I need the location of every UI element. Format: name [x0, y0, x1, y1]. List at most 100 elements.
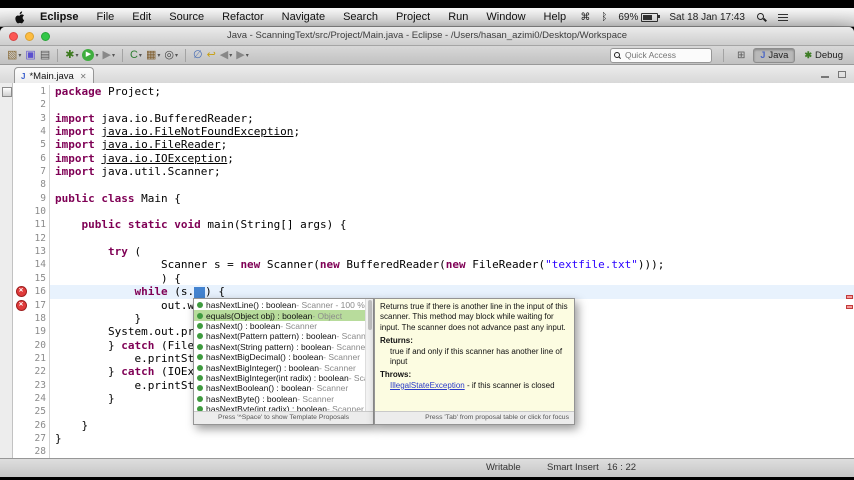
- overview-error-mark[interactable]: [846, 305, 853, 309]
- code-text[interactable]: while (s. ) {: [50, 285, 854, 299]
- dropdown-caret-icon[interactable]: ▾: [112, 52, 115, 59]
- print-icon[interactable]: ▤: [38, 47, 52, 63]
- last-edit-location-icon[interactable]: ↩: [205, 47, 218, 63]
- code-token: import: [55, 138, 95, 152]
- dropdown-caret-icon[interactable]: ▾: [175, 52, 178, 59]
- line-number: 3: [29, 111, 50, 126]
- minimize-window-button[interactable]: [25, 32, 34, 41]
- code-text[interactable]: try (: [50, 245, 854, 258]
- scrollbar-thumb[interactable]: [368, 300, 372, 330]
- new-java-class-icon[interactable]: C ▾: [128, 47, 144, 63]
- quick-access-input[interactable]: [609, 47, 712, 63]
- tab-label: *Main.java: [29, 71, 74, 82]
- code-text[interactable]: public class Main {: [50, 192, 854, 205]
- completion-scrollbar[interactable]: [365, 299, 373, 411]
- completion-item[interactable]: hasNextBigInteger() : boolean - Scanner: [194, 362, 373, 373]
- code-text[interactable]: package Project;: [50, 85, 854, 98]
- code-text[interactable]: [50, 232, 854, 245]
- menu-edit[interactable]: Edit: [123, 11, 160, 23]
- code-text[interactable]: [50, 178, 854, 191]
- back-icon[interactable]: ◀ ▾: [218, 47, 234, 63]
- menu-source[interactable]: Source: [160, 11, 213, 23]
- open-perspective-icon[interactable]: ⊞: [735, 50, 747, 61]
- menu-project[interactable]: Project: [387, 11, 439, 23]
- keyboard-layout-icon[interactable]: ⌘: [580, 12, 590, 23]
- window-titlebar[interactable]: Java - ScanningText/src/Project/Main.jav…: [0, 27, 854, 46]
- menu-file[interactable]: File: [88, 11, 124, 23]
- code-text[interactable]: [50, 98, 854, 111]
- perspective-debug[interactable]: ✱ Debug: [798, 49, 849, 62]
- code-text[interactable]: import java.io.IOException;: [50, 152, 854, 165]
- menu-refactor[interactable]: Refactor: [213, 11, 273, 23]
- bluetooth-icon[interactable]: ᛒ: [601, 12, 607, 23]
- code-text[interactable]: }: [50, 432, 854, 445]
- completion-item[interactable]: hasNextLine() : boolean - Scanner - 100 …: [194, 300, 373, 310]
- apple-menu[interactable]: [8, 10, 31, 24]
- forward-icon[interactable]: ▶ ▾: [234, 47, 250, 63]
- new-wizard-icon[interactable]: ▧ ▾: [5, 47, 23, 63]
- throws-exception-link[interactable]: IllegalStateException: [390, 381, 465, 390]
- new-java-project-icon[interactable]: ▦ ▾: [144, 47, 162, 63]
- menu-run[interactable]: Run: [439, 11, 477, 23]
- search-icon[interactable]: ◎ ▾: [162, 47, 180, 63]
- dropdown-caret-icon[interactable]: ▾: [229, 52, 232, 59]
- code-token: package: [55, 85, 102, 98]
- notification-center-icon[interactable]: [778, 13, 788, 21]
- zoom-window-button[interactable]: [41, 32, 50, 41]
- maximize-view-icon[interactable]: [838, 71, 846, 78]
- menu-window[interactable]: Window: [477, 11, 534, 23]
- minimize-view-icon[interactable]: [821, 76, 829, 78]
- menu-help[interactable]: Help: [535, 11, 576, 23]
- insert-mode-status[interactable]: Smart Insert: [547, 459, 599, 477]
- print-glyph: ▤: [39, 49, 51, 61]
- completion-item[interactable]: hasNext(Pattern pattern) : boolean - Sca…: [194, 331, 373, 341]
- code-token: while: [134, 285, 168, 299]
- perspective-java[interactable]: J Java: [753, 47, 796, 63]
- new-java-project-glyph: ▦: [145, 49, 157, 61]
- code-text[interactable]: import java.io.BufferedReader;: [50, 112, 854, 125]
- skip-breakpoints-icon[interactable]: ∅: [191, 47, 205, 63]
- code-text[interactable]: import java.io.FileNotFoundException;: [50, 125, 854, 138]
- code-line: 8: [13, 178, 854, 192]
- completion-item[interactable]: hasNextByte(int radix) : boolean - Scann…: [194, 404, 373, 411]
- dropdown-caret-icon[interactable]: ▾: [18, 52, 21, 59]
- completion-item[interactable]: hasNextBoolean() : boolean - Scanner: [194, 383, 373, 393]
- dropdown-caret-icon[interactable]: ▾: [157, 52, 160, 59]
- debug-icon[interactable]: ✱ ▾: [63, 47, 80, 63]
- code-text[interactable]: [50, 445, 854, 458]
- completion-item[interactable]: equals(Object obj) : boolean - Object: [194, 310, 373, 321]
- overview-error-mark[interactable]: [846, 295, 853, 299]
- spotlight-icon[interactable]: [756, 12, 767, 23]
- save-icon[interactable]: ▣: [23, 47, 37, 63]
- completion-item[interactable]: hasNextByte() : boolean - Scanner: [194, 394, 373, 404]
- completion-item[interactable]: hasNext(String pattern) : boolean - Scan…: [194, 342, 373, 352]
- dropdown-caret-icon[interactable]: ▾: [246, 52, 249, 59]
- error-icon[interactable]: ✕: [15, 286, 27, 298]
- code-token: BufferedReader(: [339, 258, 446, 272]
- menubar-clock[interactable]: Sat 18 Jan 17:43: [669, 12, 745, 23]
- close-window-button[interactable]: [9, 32, 18, 41]
- completion-item[interactable]: hasNextBigDecimal() : boolean - Scanner: [194, 352, 373, 362]
- code-text[interactable]: [50, 205, 854, 218]
- code-line: 3 import java.io.BufferedReader;: [13, 111, 854, 126]
- code-token: }: [55, 365, 122, 379]
- completion-item[interactable]: hasNextBigInteger(int radix) : boolean -…: [194, 373, 373, 383]
- code-text[interactable]: public static void main(String[] args) {: [50, 218, 854, 231]
- code-text[interactable]: ) {: [50, 272, 854, 285]
- menu-search[interactable]: Search: [334, 11, 387, 23]
- dropdown-caret-icon[interactable]: ▾: [75, 52, 78, 59]
- battery-indicator[interactable]: 69%: [618, 12, 661, 23]
- code-text[interactable]: Scanner s = new Scanner(new BufferedRead…: [50, 258, 854, 271]
- code-text[interactable]: import java.util.Scanner;: [50, 165, 854, 178]
- code-text[interactable]: import java.io.FileReader;: [50, 138, 854, 151]
- external-tools-icon[interactable]: ▶ ▾: [100, 47, 116, 63]
- completion-item[interactable]: hasNext() : boolean - Scanner: [194, 321, 373, 331]
- close-tab-icon[interactable]: ✕: [80, 72, 87, 81]
- restore-view-icon[interactable]: [2, 87, 12, 97]
- dropdown-caret-icon[interactable]: ▾: [139, 52, 142, 59]
- menu-eclipse[interactable]: Eclipse: [31, 11, 88, 23]
- dropdown-caret-icon[interactable]: ▾: [95, 52, 98, 59]
- menu-navigate[interactable]: Navigate: [273, 11, 334, 23]
- run-icon[interactable]: ▶ ▾: [80, 47, 100, 63]
- error-icon[interactable]: ✕: [15, 299, 27, 311]
